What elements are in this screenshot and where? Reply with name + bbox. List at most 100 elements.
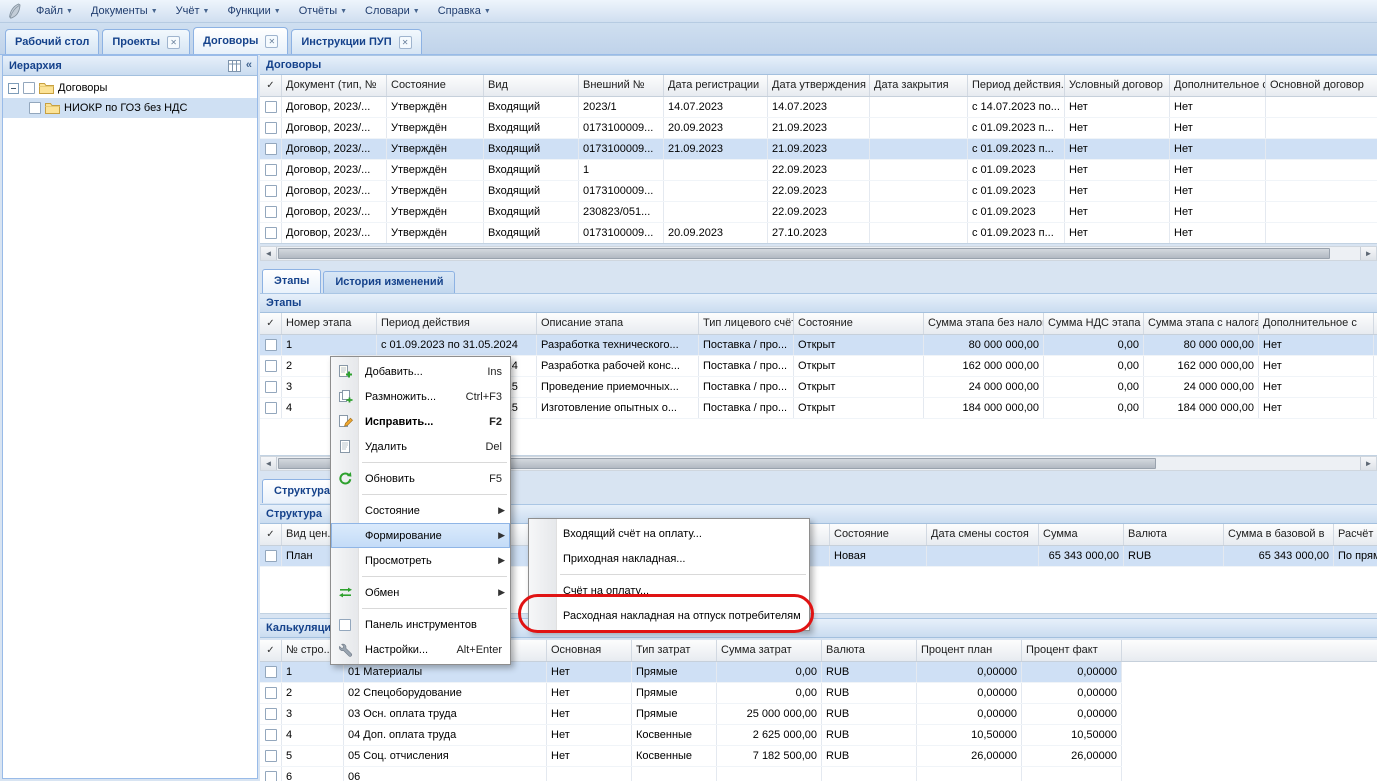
- tree-node-contracts[interactable]: Договоры: [3, 78, 257, 98]
- row-checkbox[interactable]: [265, 360, 277, 372]
- table-row[interactable]: 101 МатериалыНетПрямые0,00RUB0,000000,00…: [260, 662, 1122, 683]
- context-menu-item-toolbar[interactable]: Панель инструментов: [331, 612, 510, 637]
- menu-functions[interactable]: Функции▼: [218, 2, 289, 21]
- column-header[interactable]: Состояние: [387, 75, 484, 96]
- tab-contracts[interactable]: Договоры ✕: [193, 27, 288, 54]
- scroll-right-icon[interactable]: ►: [1360, 247, 1376, 260]
- column-header[interactable]: Условный договор: [1065, 75, 1170, 96]
- column-header[interactable]: Сумма: [1039, 524, 1124, 545]
- column-header[interactable]: Состояние: [794, 313, 924, 334]
- submenu-item-incoming-invoice[interactable]: Входящий счёт на оплату...: [529, 521, 809, 546]
- menu-dictionaries[interactable]: Словари▼: [356, 2, 429, 21]
- column-header[interactable]: Основная: [547, 640, 632, 661]
- row-checkbox[interactable]: [265, 771, 277, 781]
- row-checkbox[interactable]: [265, 143, 277, 155]
- context-menu-item-refresh[interactable]: Обновить F5: [331, 466, 510, 491]
- table-row[interactable]: 505 Соц. отчисленияНетКосвенные7 182 500…: [260, 746, 1122, 767]
- scrollbar-thumb[interactable]: [278, 248, 1330, 259]
- row-checkbox[interactable]: [265, 227, 277, 239]
- row-checkbox[interactable]: [265, 206, 277, 218]
- column-header[interactable]: ✓: [260, 75, 282, 96]
- column-header[interactable]: Период действия: [377, 313, 537, 334]
- column-header[interactable]: Внешний №: [579, 75, 664, 96]
- context-menu-item-view[interactable]: Просмотреть ▶: [331, 548, 510, 573]
- column-header[interactable]: Тип лицевого счёт: [699, 313, 794, 334]
- column-header[interactable]: Процент план: [917, 640, 1022, 661]
- context-menu-item-exchange[interactable]: Обмен ▶: [331, 580, 510, 605]
- submenu-item-receipt-note[interactable]: Приходная накладная...: [529, 546, 809, 571]
- row-checkbox[interactable]: [265, 729, 277, 741]
- panel-grid-icon[interactable]: [228, 60, 241, 72]
- column-header[interactable]: Валюта: [1124, 524, 1224, 545]
- tab-stages[interactable]: Этапы: [262, 269, 321, 293]
- table-row[interactable]: 202 СпецоборудованиеНетПрямые0,00RUB0,00…: [260, 683, 1122, 704]
- menu-documents[interactable]: Документы▼: [82, 2, 167, 21]
- column-header[interactable]: Номер этапа: [282, 313, 377, 334]
- tab-projects[interactable]: Проекты ✕: [102, 29, 190, 54]
- row-checkbox[interactable]: [265, 381, 277, 393]
- context-menu-item-delete[interactable]: Удалить Del: [331, 434, 510, 459]
- row-checkbox[interactable]: [265, 687, 277, 699]
- column-header[interactable]: Состояние: [830, 524, 927, 545]
- column-header[interactable]: Документ (тип, №: [282, 75, 387, 96]
- column-header[interactable]: ✓: [260, 640, 282, 661]
- context-menu-item-duplicate[interactable]: Размножить... Ctrl+F3: [331, 384, 510, 409]
- table-row[interactable]: Договор, 2023/...УтверждёнВходящий017310…: [260, 181, 1377, 202]
- row-checkbox[interactable]: [265, 708, 277, 720]
- close-icon[interactable]: ✕: [265, 35, 278, 48]
- row-checkbox[interactable]: [265, 666, 277, 678]
- table-row[interactable]: 303 Осн. оплата трудаНетПрямые25 000 000…: [260, 704, 1122, 725]
- scroll-left-icon[interactable]: ◄: [261, 247, 277, 260]
- column-header[interactable]: Сумма этапа без налогов: [924, 313, 1044, 334]
- column-header[interactable]: Дополнительное с: [1170, 75, 1266, 96]
- scroll-left-icon[interactable]: ◄: [261, 457, 277, 470]
- close-icon[interactable]: ✕: [399, 36, 412, 49]
- table-row[interactable]: Договор, 2023/...УтверждёнВходящий230823…: [260, 202, 1377, 223]
- column-header[interactable]: Дополнительное с: [1259, 313, 1374, 334]
- row-checkbox[interactable]: [265, 750, 277, 762]
- column-header[interactable]: Тип затрат: [632, 640, 717, 661]
- row-checkbox[interactable]: [265, 402, 277, 414]
- column-header[interactable]: Сумма НДС этапа: [1044, 313, 1144, 334]
- node-checkbox[interactable]: [29, 102, 41, 114]
- scroll-right-icon[interactable]: ►: [1360, 457, 1376, 470]
- column-header[interactable]: Расчёт ко...: [1334, 524, 1377, 545]
- row-checkbox[interactable]: [265, 185, 277, 197]
- context-menu-item-settings[interactable]: Настройки... Alt+Enter: [331, 637, 510, 662]
- column-header[interactable]: Сумма в базовой в: [1224, 524, 1334, 545]
- tree-node-niokr[interactable]: НИОКР по ГОЗ без НДС: [3, 98, 257, 118]
- context-menu-item-formation[interactable]: Формирование ▶: [331, 523, 510, 548]
- row-checkbox[interactable]: [265, 550, 277, 562]
- table-row[interactable]: 404 Доп. оплата трудаНетКосвенные2 625 0…: [260, 725, 1122, 746]
- column-header[interactable]: Сумма затрат: [717, 640, 822, 661]
- tab-change-history[interactable]: История изменений: [323, 271, 455, 293]
- menu-accounting[interactable]: Учёт▼: [167, 2, 219, 21]
- context-menu-item-edit[interactable]: Исправить... F2: [331, 409, 510, 434]
- contracts-hscrollbar[interactable]: ◄ ►: [260, 246, 1377, 261]
- column-header[interactable]: Дата регистрации: [664, 75, 768, 96]
- column-header[interactable]: Дата закрытия: [870, 75, 968, 96]
- submenu-item-expense-note-consumers[interactable]: Расходная накладная на отпуск потребител…: [529, 603, 809, 628]
- table-row[interactable]: 1с 01.09.2023 по 31.05.2024Разработка те…: [260, 335, 1377, 356]
- table-row[interactable]: 606: [260, 767, 1122, 781]
- tab-desktop[interactable]: Рабочий стол: [5, 29, 99, 54]
- column-header[interactable]: Период действия...: [968, 75, 1065, 96]
- column-header[interactable]: Вид: [484, 75, 579, 96]
- table-row[interactable]: Договор, 2023/...УтверждёнВходящий017310…: [260, 223, 1377, 244]
- submenu-item-payment-invoice[interactable]: Счёт на оплату...: [529, 578, 809, 603]
- table-row[interactable]: Договор, 2023/...УтверждёнВходящий122.09…: [260, 160, 1377, 181]
- menu-reports[interactable]: Отчёты▼: [290, 2, 356, 21]
- context-menu-item-state[interactable]: Состояние ▶: [331, 498, 510, 523]
- column-header[interactable]: Основной договор: [1266, 75, 1377, 96]
- column-header[interactable]: Валюта: [822, 640, 917, 661]
- column-header[interactable]: Дата смены состоя: [927, 524, 1039, 545]
- context-menu-item-add[interactable]: Добавить... Ins: [331, 359, 510, 384]
- row-checkbox[interactable]: [265, 164, 277, 176]
- column-header[interactable]: Дата утверждения: [768, 75, 870, 96]
- close-icon[interactable]: ✕: [167, 36, 180, 49]
- tab-instructions-pup[interactable]: Инструкции ПУП ✕: [291, 29, 421, 54]
- table-row[interactable]: Договор, 2023/...УтверждёнВходящий017310…: [260, 139, 1377, 160]
- menu-file[interactable]: Файл▼: [27, 2, 82, 21]
- column-header[interactable]: Описание этапа: [537, 313, 699, 334]
- menu-help[interactable]: Справка▼: [429, 2, 500, 21]
